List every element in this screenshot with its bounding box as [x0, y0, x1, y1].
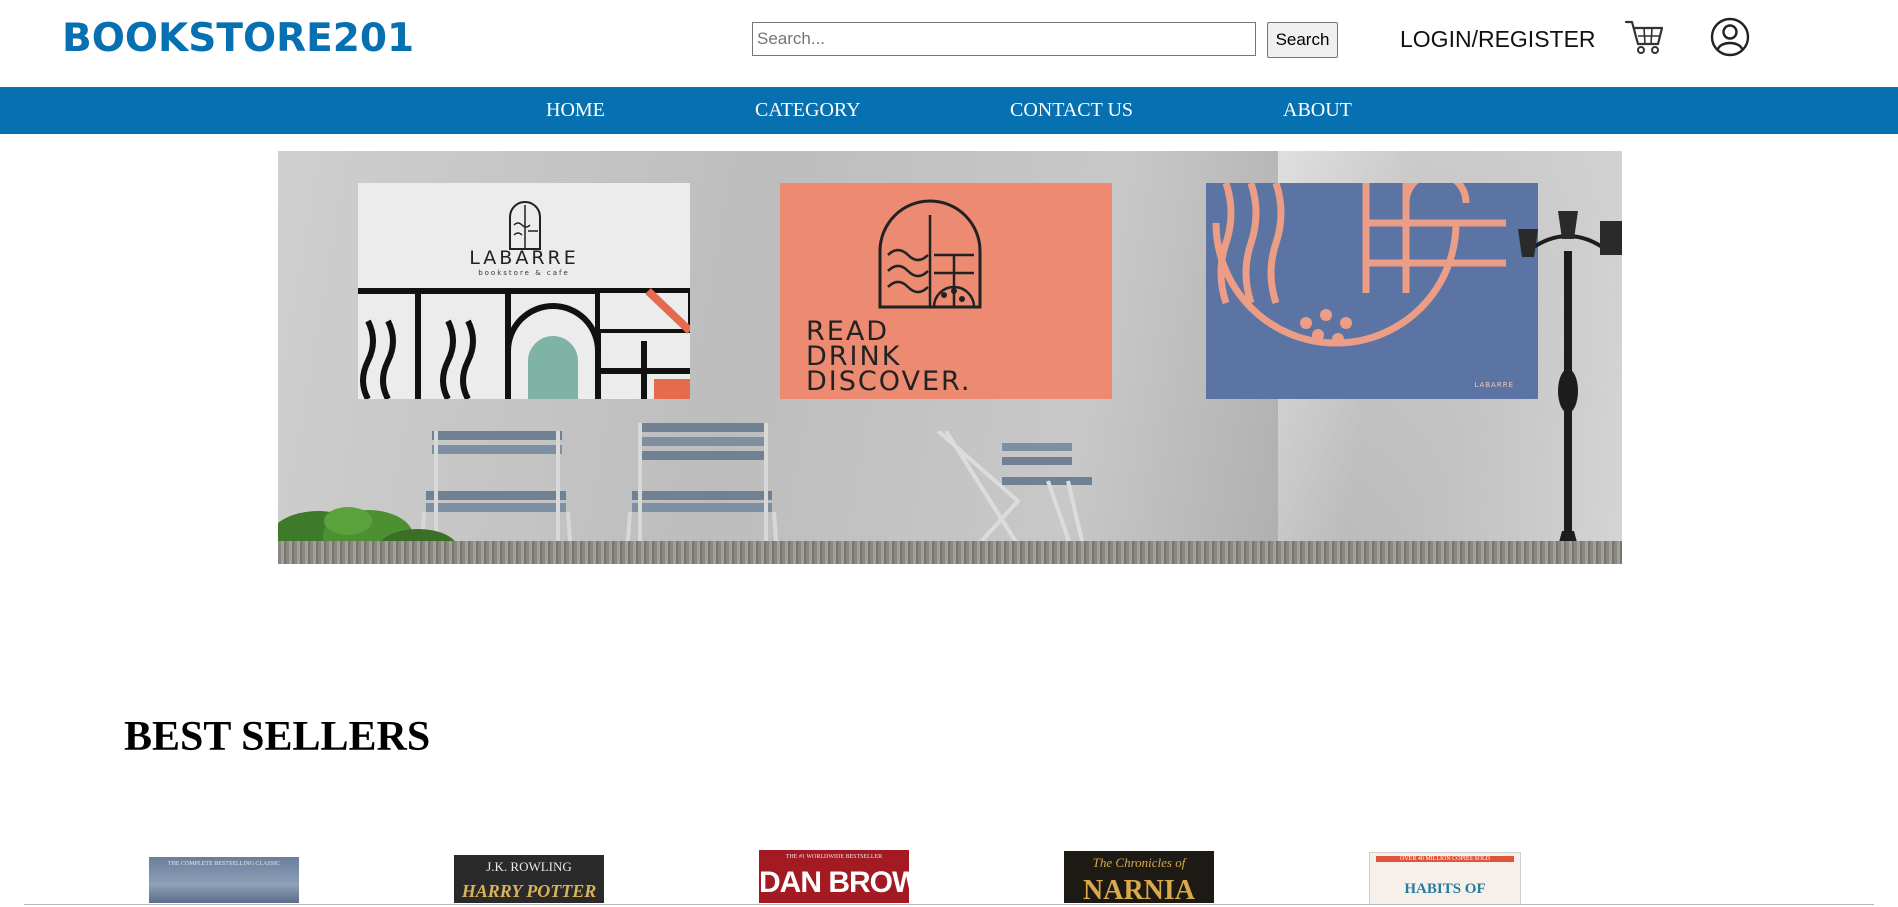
content-divider	[24, 904, 1874, 905]
book-cover[interactable]: THE #1 WORLDWIDE BESTSELLER DAN BROWN	[759, 850, 909, 903]
poster-brand: LABARRE	[469, 247, 579, 269]
poster-subtitle: bookstore & cafe	[478, 269, 570, 277]
user-icon[interactable]	[1710, 17, 1750, 57]
login-register-link[interactable]: LOGIN/REGISTER	[1400, 24, 1596, 54]
nav-home[interactable]: HOME	[546, 87, 605, 134]
book-cover[interactable]: OVER 40 MILLION COPIES SOLD HABITS OF	[1369, 852, 1521, 905]
search-button[interactable]: Search	[1267, 22, 1338, 58]
hero-banner: LABARRE bookstore & cafe READ DRINK DISC…	[278, 151, 1622, 564]
book-title-text: HARRY POTTER	[461, 881, 597, 901]
book-top-text: THE COMPLETE BESTSELLING CLASSIC	[167, 861, 281, 867]
section-title-best-sellers: BEST SELLERS	[124, 714, 431, 760]
pattern-art	[1212, 183, 1506, 347]
ground-gravel	[278, 541, 1622, 564]
arch-emblem-icon	[878, 199, 982, 309]
cart-icon[interactable]	[1624, 18, 1666, 56]
nav-about[interactable]: ABOUT	[1283, 87, 1352, 134]
poster-pattern-blue: LABARRE	[1206, 183, 1538, 399]
search-input[interactable]	[752, 22, 1256, 56]
poster-tagline: READ DRINK DISCOVER.	[806, 316, 972, 397]
poster-labarre: LABARRE bookstore & cafe	[358, 183, 690, 399]
book-top-text: The Chronicles of	[1092, 855, 1186, 870]
book-title-text: NARNIA	[1083, 875, 1195, 903]
book-top-text: OVER 40 MILLION COPIES SOLD	[1376, 856, 1514, 862]
site-logo[interactable]: BOOKSTORE201	[62, 14, 414, 64]
nav-contact-us[interactable]: CONTACT US	[1010, 87, 1133, 134]
poster-mark: LABARRE	[1474, 381, 1514, 389]
poster-read-drink-discover: READ DRINK DISCOVER.	[780, 183, 1112, 399]
poster-pattern	[358, 281, 690, 399]
book-title-text: HABITS OF	[1404, 881, 1486, 897]
street-lamp-icon	[1518, 211, 1622, 561]
book-cover[interactable]: J.K. ROWLING HARRY POTTER	[454, 855, 604, 903]
book-top-text: THE #1 WORLDWIDE BESTSELLER	[785, 854, 883, 860]
book-cover[interactable]: THE COMPLETE BESTSELLING CLASSIC	[149, 857, 299, 903]
book-cover[interactable]: The Chronicles of NARNIA	[1064, 851, 1214, 903]
labarre-emblem-icon	[509, 201, 541, 250]
site-header: BOOKSTORE201 Search LOGIN/REGISTER	[0, 0, 1898, 87]
nav-category[interactable]: CATEGORY	[755, 87, 861, 134]
book-title-text: DAN BROWN	[759, 866, 909, 899]
main-nav: HOME CATEGORY CONTACT US ABOUT	[0, 87, 1898, 134]
book-top-text: J.K. ROWLING	[486, 859, 572, 874]
